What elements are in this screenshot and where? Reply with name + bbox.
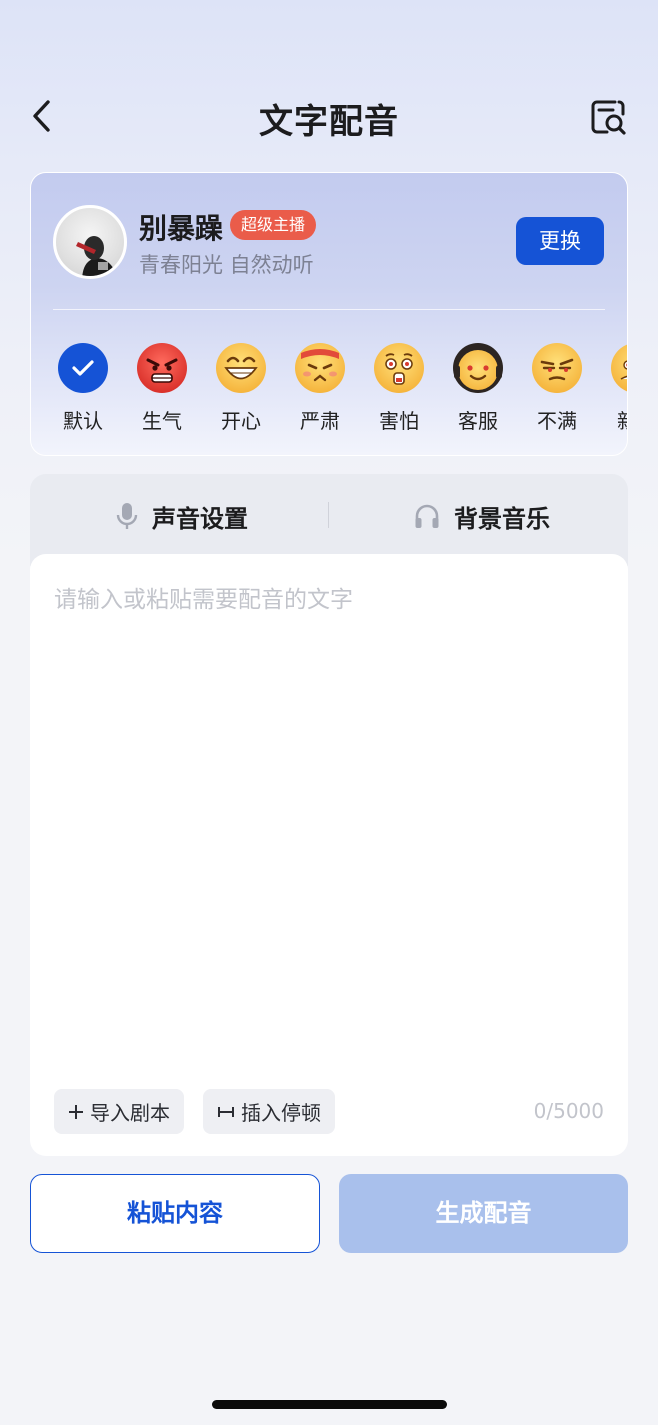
paste-content-button[interactable]: 粘贴内容 bbox=[30, 1174, 320, 1253]
insert-pause-label: 插入停顿 bbox=[241, 1101, 321, 1125]
angry-face-icon bbox=[137, 343, 187, 393]
emotion-label: 开心 bbox=[221, 409, 261, 433]
tab-label: 背景音乐 bbox=[454, 504, 550, 533]
emotion-item-dissatisfied[interactable]: 不满 bbox=[527, 343, 587, 434]
emotion-label: 默认 bbox=[63, 409, 103, 433]
emotion-label: 害怕 bbox=[379, 409, 419, 433]
emotion-label: 客服 bbox=[458, 409, 498, 433]
document-search-icon bbox=[591, 100, 626, 135]
headphones-icon bbox=[415, 504, 439, 528]
voice-card: 别暴躁 超级主播 青春阳光 自然动听 更换 默认 生气 开心 严肃 害怕 客服 … bbox=[30, 172, 628, 456]
history-search-button[interactable] bbox=[586, 96, 630, 138]
emotion-label: 生气 bbox=[142, 409, 182, 433]
plus-icon bbox=[69, 1104, 83, 1119]
tab-background-music[interactable]: 背景音乐 bbox=[414, 498, 550, 534]
super-anchor-badge: 超级主播 bbox=[230, 210, 317, 240]
avatar-figure bbox=[76, 236, 117, 276]
emotion-item-partial[interactable]: 新 bbox=[606, 343, 627, 434]
voice-description: 青春阳光 自然动听 bbox=[139, 253, 314, 277]
text-input-placeholder: 请输入或粘贴需要配音的文字 bbox=[54, 587, 353, 613]
character-counter: 0/5000 bbox=[533, 1099, 604, 1123]
grinning-face-icon bbox=[216, 343, 266, 393]
text-editor[interactable]: 请输入或粘贴需要配音的文字 导入剧本 插入停顿 0/5000 bbox=[30, 554, 628, 1156]
page-title: 文字配音 bbox=[259, 102, 399, 142]
emotion-item-serious[interactable]: 严肃 bbox=[290, 343, 350, 434]
partial-face-icon bbox=[611, 343, 627, 393]
home-indicator bbox=[212, 1400, 447, 1409]
scared-face-icon bbox=[374, 343, 424, 393]
top-bar: 文字配音 bbox=[0, 80, 658, 152]
pause-gap-icon bbox=[218, 1106, 234, 1117]
emotion-label: 严肃 bbox=[300, 409, 340, 433]
check-icon bbox=[58, 343, 108, 393]
voice-name: 别暴躁 bbox=[139, 212, 224, 245]
serious-face-icon bbox=[295, 343, 345, 393]
tab-voice-settings[interactable]: 声音设置 bbox=[116, 498, 248, 534]
emotion-label: 新 bbox=[606, 405, 627, 434]
emotion-item-angry[interactable]: 生气 bbox=[132, 343, 192, 434]
insert-pause-button[interactable]: 插入停顿 bbox=[203, 1089, 335, 1134]
annoyed-face-icon bbox=[532, 343, 582, 393]
import-script-button[interactable]: 导入剧本 bbox=[54, 1089, 184, 1134]
microphone-icon bbox=[116, 503, 138, 529]
emotion-item-default[interactable]: 默认 bbox=[53, 343, 113, 434]
import-script-label: 导入剧本 bbox=[90, 1101, 170, 1125]
tab-label: 声音设置 bbox=[152, 504, 248, 533]
settings-tabs: 声音设置 背景音乐 bbox=[30, 474, 628, 566]
tab-divider bbox=[328, 502, 329, 528]
emotion-item-service[interactable]: 客服 bbox=[448, 343, 508, 434]
emotion-label: 不满 bbox=[537, 409, 577, 433]
emotion-item-happy[interactable]: 开心 bbox=[211, 343, 271, 434]
emotion-item-scared[interactable]: 害怕 bbox=[369, 343, 429, 434]
card-divider bbox=[53, 309, 605, 310]
change-voice-button[interactable]: 更换 bbox=[516, 217, 604, 265]
generate-voice-button[interactable]: 生成配音 bbox=[339, 1174, 628, 1253]
voice-avatar bbox=[53, 205, 127, 279]
emotion-list: 默认 生气 开心 严肃 害怕 客服 不满 bbox=[31, 343, 627, 443]
headset-face-icon bbox=[453, 343, 503, 393]
